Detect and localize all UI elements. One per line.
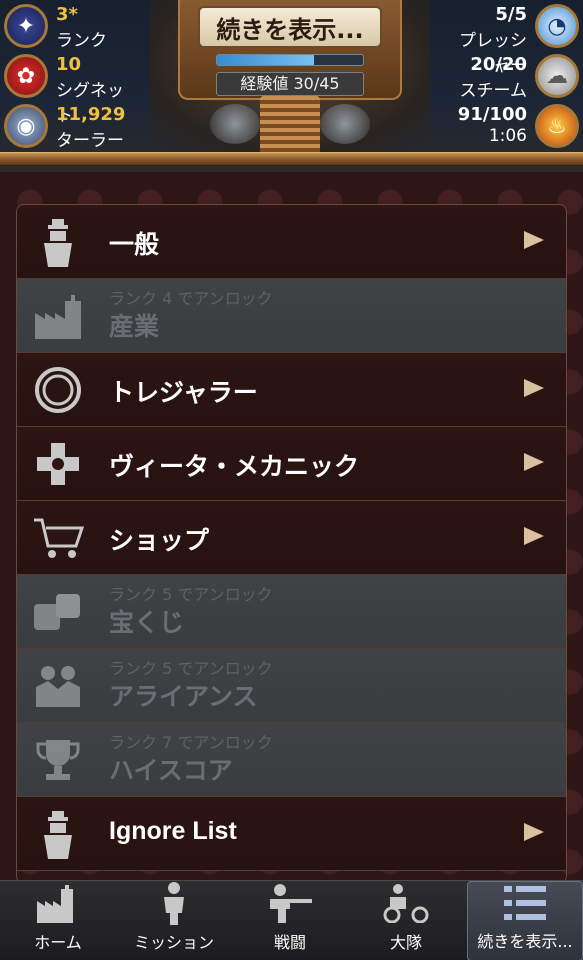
nav-battle[interactable]: 戦闘	[232, 881, 348, 960]
steam-machine-graphic: 続きを表示... 経験値 30/45	[150, 0, 430, 160]
xp-progress-bar	[216, 54, 364, 66]
menu-item-ignore-list[interactable]: Ignore List	[17, 797, 566, 871]
menu-item-lottery: ランク 5 でアンロック 宝くじ	[17, 575, 566, 649]
steam-value: 20/20	[470, 54, 527, 75]
signet-stat[interactable]: ✿ 10 シグネット	[0, 52, 140, 126]
nav-more[interactable]: 続きを表示...	[467, 881, 583, 960]
menu-item-label: ショップ	[109, 526, 210, 555]
more-menu-list: 一般 ランク 4 でアンロック 産業 トレジャラー ヴィータ・メカニック ショッ…	[16, 204, 567, 884]
porthole-icon	[31, 363, 85, 417]
fuel-stat[interactable]: ♨ 91/100 1:06	[443, 102, 583, 150]
fuel-timer: 1:06	[488, 126, 527, 146]
nav-battalion[interactable]: 大隊	[348, 881, 464, 960]
fire-icon: ♨	[535, 104, 579, 148]
thaler-stat[interactable]: ◉ 11,929 ターラー	[0, 102, 140, 151]
chevron-right-icon	[524, 823, 544, 841]
menu-item-label: 宝くじ	[109, 608, 185, 637]
status-header: 続きを表示... 経験値 30/45 ✦ 3* ランク ✿ 10 シグネット ◉…	[0, 0, 583, 172]
fuel-value: 91/100	[457, 104, 527, 125]
menu-item-label: Ignore List	[109, 817, 237, 845]
xp-progress-fill	[217, 55, 315, 65]
rank-label: ランク	[56, 31, 107, 51]
unlock-requirement: ランク 5 でアンロック	[109, 659, 273, 678]
gentleman-icon	[31, 807, 85, 861]
menu-item-label: ハイスコア	[109, 756, 233, 785]
steam-puff-left	[210, 104, 260, 144]
menu-item-label: アライアンス	[109, 682, 258, 711]
menu-item-label: トレジャラー	[109, 378, 258, 407]
menu-item-alliance: ランク 5 でアンロック アライアンス	[17, 649, 566, 723]
pressure-value: 5/5	[495, 4, 527, 25]
nav-missions[interactable]: ミッション	[116, 881, 232, 960]
thaler-label: ターラー	[56, 131, 124, 151]
steam-stat[interactable]: ☁ 20/20 スチーム	[443, 52, 583, 101]
medical-cross-icon	[31, 437, 85, 491]
menu-item-treasurer[interactable]: トレジャラー	[17, 353, 566, 427]
pressure-gauge-icon: ◔	[535, 4, 579, 48]
mission-soldier-icon	[150, 881, 198, 925]
rank-badge-icon: ✦	[4, 4, 48, 48]
menu-item-highscore: ランク 7 でアンロック ハイスコア	[17, 723, 566, 797]
menu-item-shop[interactable]: ショップ	[17, 501, 566, 575]
chevron-right-icon	[524, 453, 544, 471]
nav-home[interactable]: ホーム	[0, 881, 116, 960]
nav-label: 続きを表示...	[477, 932, 573, 951]
nav-label: 戦闘	[273, 933, 306, 952]
header-pipe-divider	[0, 152, 583, 166]
nav-label: ホーム	[34, 933, 82, 952]
rank-value: 3*	[56, 4, 78, 25]
signet-seal-icon: ✿	[4, 54, 48, 98]
steam-label: スチーム	[459, 81, 528, 101]
menu-area: 一般 ランク 4 でアンロック 産業 トレジャラー ヴィータ・メカニック ショッ…	[0, 172, 583, 884]
menu-item-industry: ランク 4 でアンロック 産業	[17, 279, 566, 353]
menu-item-label: 一般	[109, 230, 160, 259]
home-factory-icon	[34, 881, 82, 925]
trophy-icon	[31, 733, 85, 787]
signet-value: 10	[56, 54, 82, 75]
more-list-icon	[501, 882, 549, 924]
rank-stat[interactable]: ✦ 3* ランク	[0, 2, 140, 51]
battle-rifleman-icon	[266, 881, 314, 925]
bottom-navigation: ホーム ミッション 戦闘 大隊 続きを表示...	[0, 880, 583, 960]
menu-item-vita-mechanic[interactable]: ヴィータ・メカニック	[17, 427, 566, 501]
xp-label: 経験値 30/45	[216, 72, 364, 96]
chevron-right-icon	[524, 527, 544, 545]
menu-item-label: ヴィータ・メカニック	[109, 452, 360, 481]
unlock-requirement: ランク 4 でアンロック	[109, 289, 273, 308]
steam-icon: ☁	[535, 54, 579, 98]
unlock-requirement: ランク 7 でアンロック	[109, 733, 273, 752]
unlock-requirement: ランク 5 でアンロック	[109, 585, 273, 604]
machine-column	[260, 96, 320, 160]
gentleman-icon	[31, 215, 85, 269]
nav-label: 大隊	[389, 933, 422, 952]
alliance-icon	[31, 659, 85, 713]
factory-icon	[31, 289, 85, 343]
thaler-coin-icon: ◉	[4, 104, 48, 148]
steam-puff-right	[320, 104, 370, 144]
menu-item-general[interactable]: 一般	[17, 205, 566, 279]
menu-item-label: 産業	[109, 312, 160, 341]
shopping-cart-icon	[31, 511, 85, 565]
dice-icon	[31, 585, 85, 639]
nav-label: ミッション	[133, 933, 214, 952]
more-title-button[interactable]: 続きを表示...	[198, 6, 382, 48]
chevron-right-icon	[524, 231, 544, 249]
chevron-right-icon	[524, 379, 544, 397]
battalion-biker-icon	[382, 881, 430, 925]
pressure-stat[interactable]: ◔ 5/5 プレッシャー	[443, 2, 583, 76]
thaler-value: 11,929	[56, 104, 126, 125]
